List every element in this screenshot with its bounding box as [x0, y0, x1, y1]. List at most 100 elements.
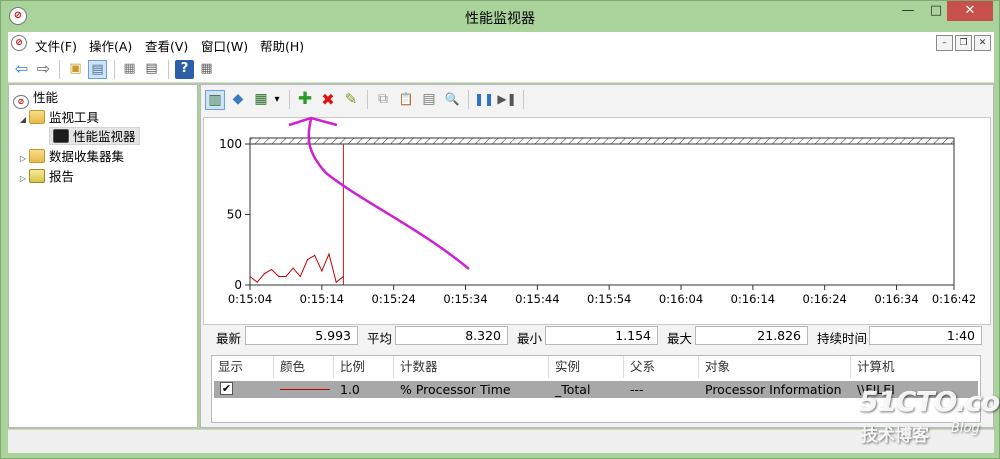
column-header-computer[interactable]: 计算机	[851, 356, 980, 378]
graph-toolbar: ▥ ◆ ▦ ▾ ✚ ✖ ✎ ⧉ 📋 ▤ 🔍 ❚❚ ▶❚	[201, 85, 993, 115]
collapsed-triangle-icon[interactable]: ▷	[17, 150, 29, 168]
close-button[interactable]: ✕	[947, 1, 993, 21]
plot-area	[249, 137, 955, 286]
data-point	[285, 275, 287, 278]
data-point	[256, 281, 258, 283]
data-point	[314, 254, 316, 256]
maximum-label: 最大	[667, 331, 693, 346]
y-tick-label: 100	[219, 137, 242, 151]
data-point	[335, 281, 337, 283]
tree-item-data-collector-sets[interactable]: ▷ 数据收集器集	[17, 148, 124, 166]
series-color-swatch	[280, 389, 330, 390]
column-header-counter[interactable]: 计数器	[394, 356, 549, 378]
tree-item-performance[interactable]: ⊘ 性能	[13, 89, 59, 109]
data-point	[299, 275, 301, 278]
mmc-console-icon[interactable]: ⊘	[11, 35, 27, 51]
update-data-icon[interactable]: ▶❚	[497, 90, 517, 110]
cell-object: Processor Information	[705, 382, 842, 397]
freeze-display-icon[interactable]: ❚❚	[474, 90, 494, 110]
maximize-button[interactable]: □	[922, 1, 950, 21]
cell-instance: _Total	[555, 382, 591, 397]
column-header-scale[interactable]: 比例	[334, 356, 394, 378]
y-tick-label: 0	[234, 278, 242, 292]
watermark-blog: Blog	[951, 421, 980, 436]
add-counter-icon[interactable]: ✚	[295, 90, 315, 110]
x-tick-label: 0:16:04	[659, 292, 703, 306]
child-minimize-button[interactable]: –	[936, 35, 953, 51]
tree-item-label: 性能	[33, 90, 59, 105]
column-header-instance[interactable]: 实例	[549, 356, 624, 378]
properties-icon[interactable]: ▤	[419, 90, 439, 110]
monitor-graph-icon	[53, 129, 69, 143]
paste-counter-list-icon[interactable]: 📋	[396, 90, 416, 110]
collapsed-triangle-icon[interactable]: ▷	[17, 170, 29, 188]
tree-item-performance-monitor[interactable]: 性能监视器	[49, 127, 140, 145]
data-point	[249, 275, 251, 278]
print-icon[interactable]: ▤	[142, 60, 161, 79]
delete-counter-icon[interactable]: ✖	[318, 90, 338, 110]
average-label: 平均	[367, 331, 393, 346]
menu-help[interactable]: 帮助(H)	[260, 36, 304, 55]
show-hide-tree-icon[interactable]: ▤	[88, 60, 107, 79]
menu-file[interactable]: 文件(F)	[35, 36, 77, 55]
forward-arrow-icon[interactable]: ⇨	[34, 60, 53, 79]
export-list-icon[interactable]: ▦	[120, 60, 139, 79]
data-point	[306, 259, 309, 261]
highlight-pencil-icon[interactable]: ✎	[341, 90, 361, 110]
column-header-parent[interactable]: 父系	[624, 356, 699, 378]
change-graph-type-icon[interactable]: ▦	[251, 90, 271, 110]
data-point	[292, 267, 294, 269]
toolbar-separator	[59, 60, 60, 79]
x-tick-label: 0:16:24	[803, 292, 847, 306]
line-chart-svg[interactable]: 100 50 00:15:04 0:15:14 0:15:24 0:15:34 0:15:4…	[204, 118, 990, 324]
child-restore-button[interactable]: ❐	[955, 35, 972, 51]
last-value: 5.993	[245, 326, 358, 345]
menu-action[interactable]: 操作(A)	[89, 36, 132, 55]
title-bar[interactable]: ⊘ 性能监视器 — □ ✕	[1, 1, 999, 32]
menu-window[interactable]: 窗口(W)	[201, 36, 248, 55]
x-tick-label: 0:16:34	[874, 292, 918, 306]
tree-item-reports[interactable]: ▷ 报告	[17, 168, 74, 186]
duration-value: 1:40	[869, 326, 982, 345]
x-tick-label: 0:15:14	[300, 292, 344, 306]
last-label: 最新	[216, 331, 242, 346]
line-graph[interactable]: 100 50 0 0:15:04 0:15:14 0:15:24 0:15:34 0:15:4…	[203, 117, 991, 325]
minimize-button[interactable]: —	[894, 1, 922, 21]
tree-item-label: 报告	[49, 169, 75, 184]
zoom-icon[interactable]: 🔍	[442, 90, 462, 110]
graph-type-dropdown-icon[interactable]: ▾	[271, 90, 283, 110]
column-header-color[interactable]: 颜色	[274, 356, 334, 378]
child-close-button[interactable]: ✕	[974, 35, 991, 51]
view-log-data-icon[interactable]: ◆	[228, 90, 248, 110]
folder-icon	[29, 110, 45, 124]
maximum-value: 21.826	[695, 326, 808, 345]
view-current-activity-icon[interactable]: ▥	[205, 90, 225, 110]
back-arrow-icon[interactable]: ⇦	[12, 60, 31, 79]
properties-icon[interactable]: ▦	[197, 60, 216, 79]
column-header-show[interactable]: 显示	[212, 356, 274, 378]
console-tree: ⊘ 性能 ◢ 监视工具 性能监视器 ▷ 数据收集器集 ▷ 报告	[8, 84, 198, 428]
cell-parent: ---	[630, 382, 644, 397]
folder-icon	[29, 149, 45, 163]
y-tick-label: 50	[227, 208, 242, 222]
x-tick-label: 0:15:54	[587, 292, 631, 306]
show-checkbox[interactable]: ✔	[220, 382, 233, 395]
tree-item-label: 监视工具	[49, 110, 100, 125]
x-tick-label: 0:15:24	[372, 292, 416, 306]
expanded-triangle-icon[interactable]: ◢	[17, 111, 29, 129]
data-point	[328, 253, 330, 255]
toolbar-separator	[367, 90, 368, 109]
toolbar-separator	[523, 90, 524, 109]
tree-item-monitoring-tools[interactable]: ◢ 监视工具	[17, 109, 99, 127]
up-folder-icon[interactable]: ▣	[66, 60, 85, 79]
duration-label: 持续时间	[817, 331, 868, 346]
menu-view[interactable]: 查看(V)	[145, 36, 188, 55]
minimum-value: 1.154	[545, 326, 658, 345]
window-title: 性能监视器	[465, 11, 535, 27]
column-header-object[interactable]: 对象	[699, 356, 851, 378]
main-toolbar: ⇦ ⇨ ▣ ▤ ▦ ▤ ? ▦	[8, 55, 994, 83]
overflow-hatch-band	[249, 137, 955, 145]
toolbar-separator	[468, 90, 469, 109]
help-icon[interactable]: ?	[175, 60, 194, 79]
copy-properties-icon[interactable]: ⧉	[373, 90, 393, 110]
